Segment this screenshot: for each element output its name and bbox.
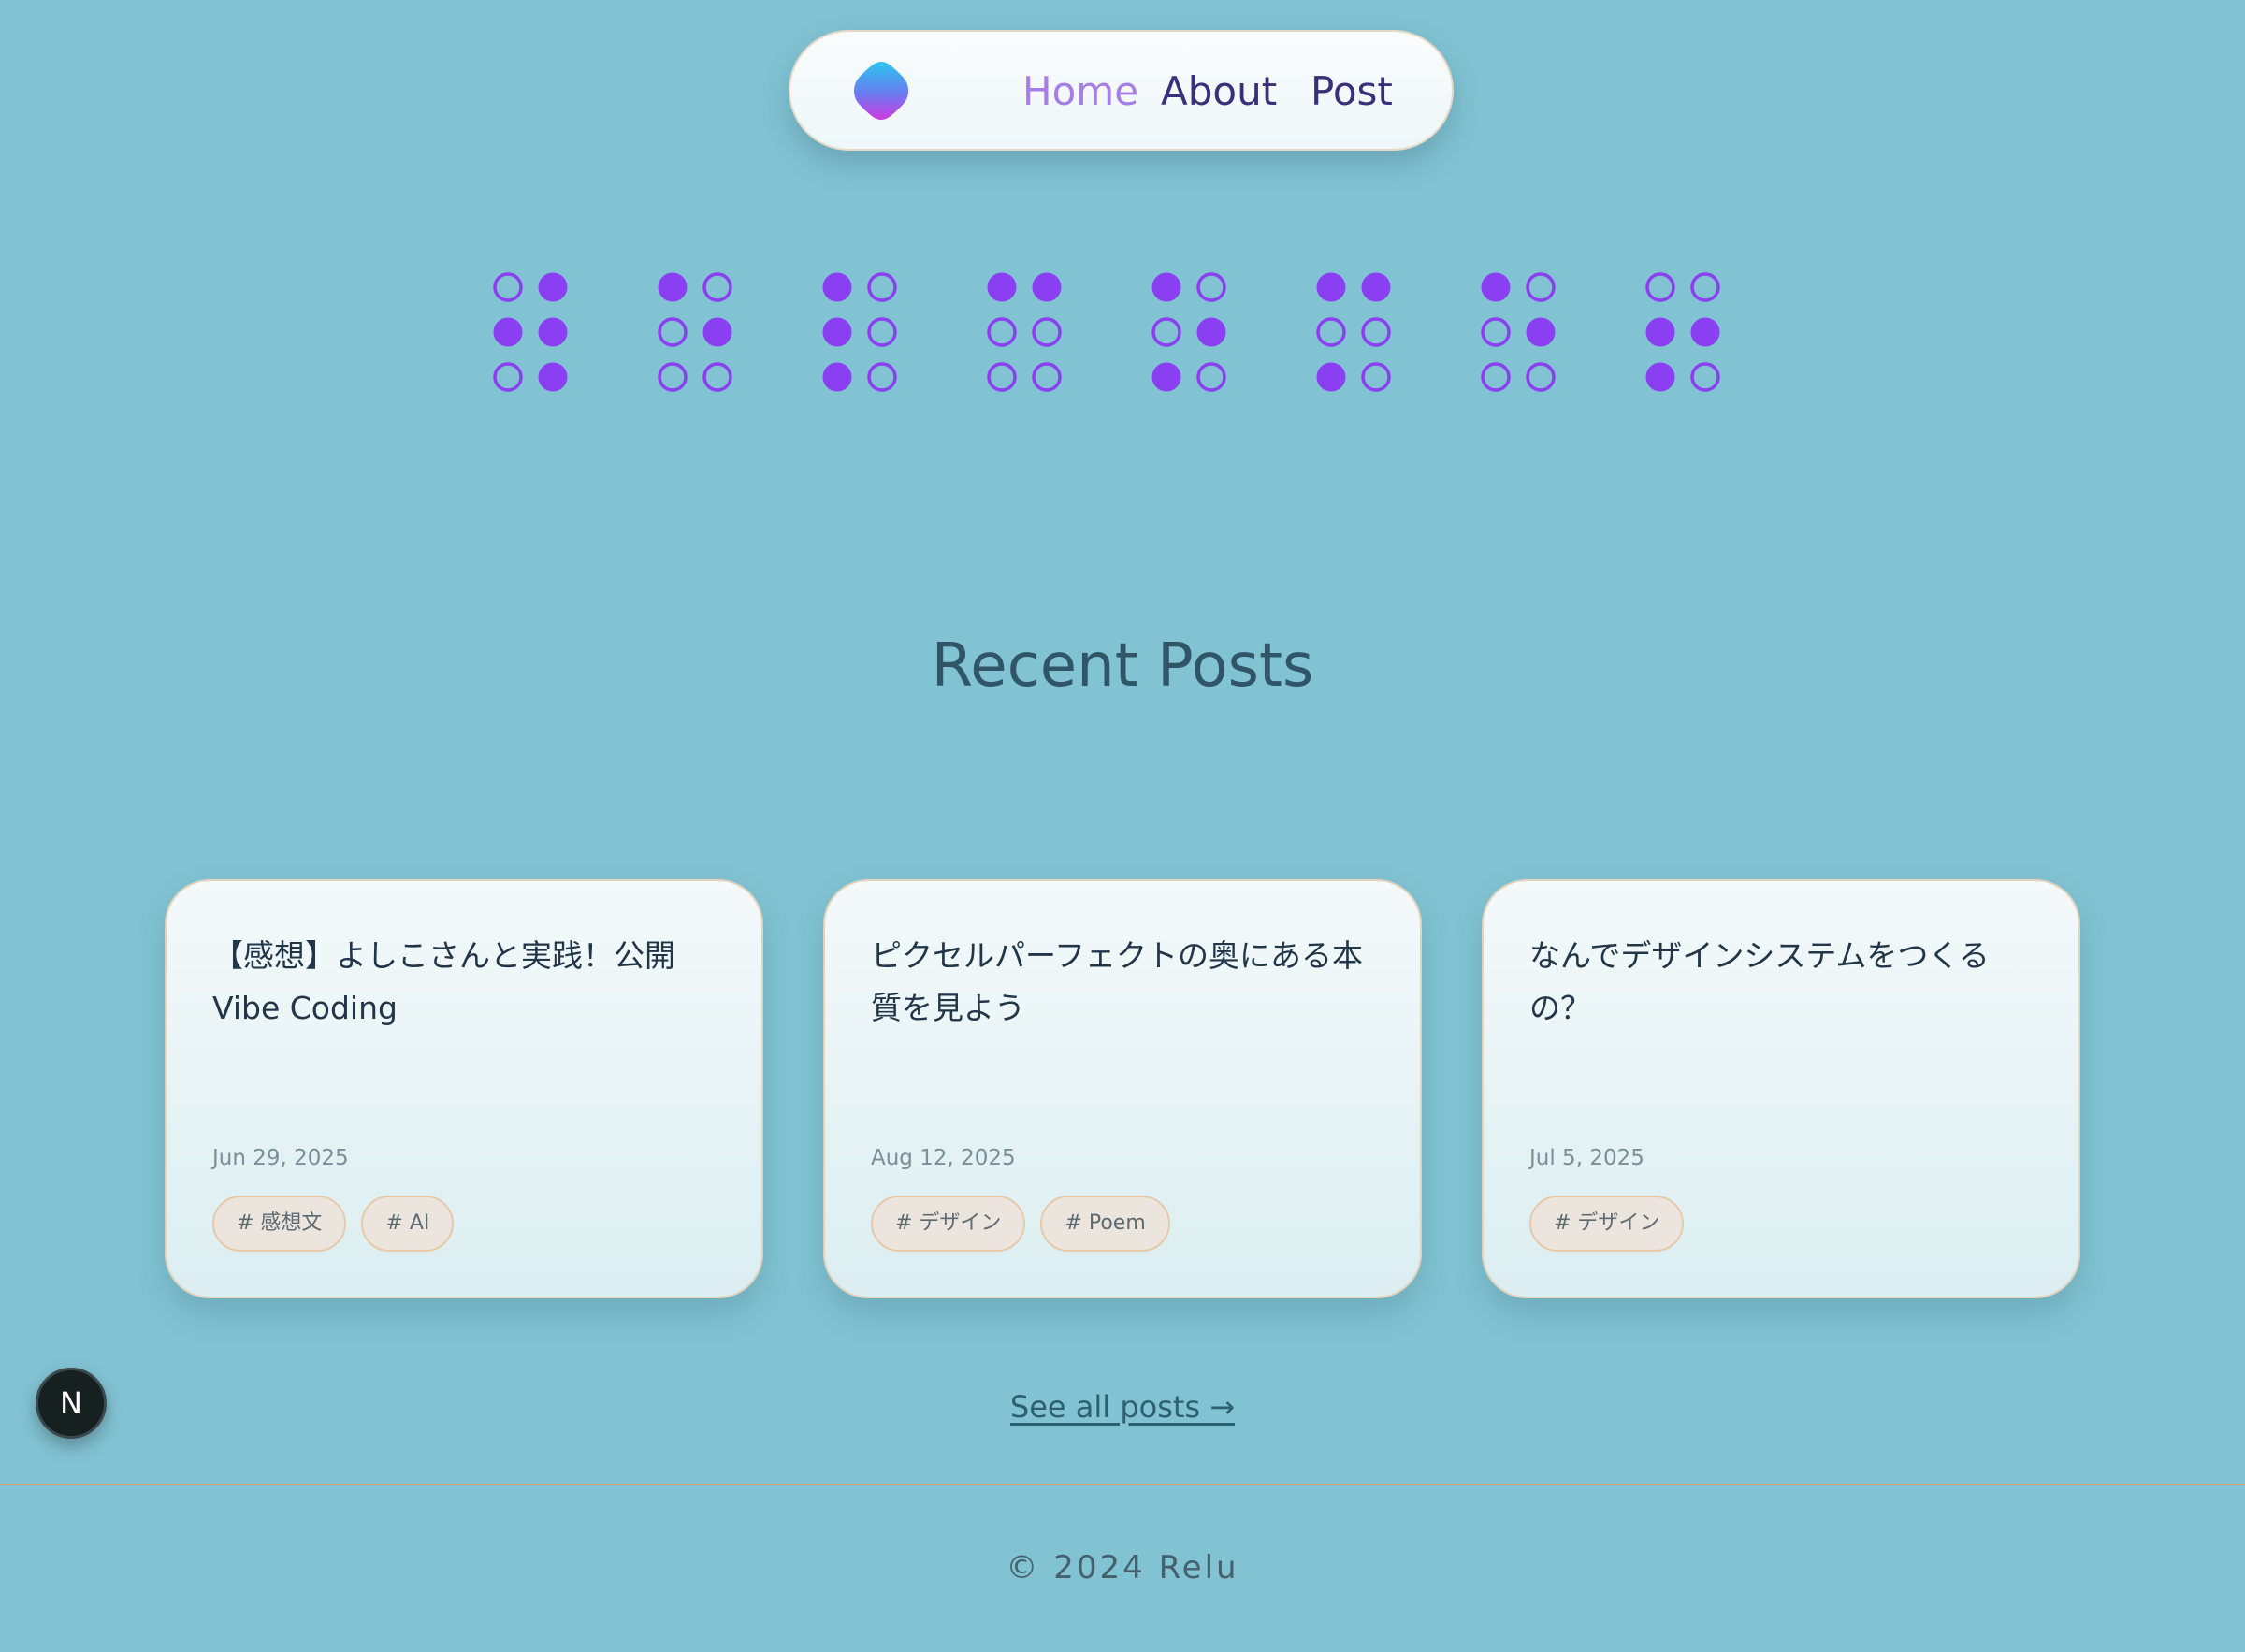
- braille-dot-filled: [1481, 272, 1511, 302]
- post-date: Jun 29, 2025: [212, 1146, 349, 1170]
- braille-dot-empty: [987, 362, 1017, 392]
- braille-dot-empty: [1361, 362, 1391, 392]
- braille-dot-filled: [822, 317, 852, 347]
- post-title[interactable]: なんでデザインシステムをつくるの？: [1529, 930, 2035, 1035]
- braille-cell: [493, 272, 568, 392]
- braille-dot-filled: [1690, 317, 1720, 347]
- post-date: Jul 5, 2025: [1529, 1146, 1644, 1170]
- braille-cell: [1645, 272, 1720, 392]
- tag-list: # デザイン # Poem: [871, 1196, 1170, 1252]
- post-title[interactable]: 【感想】よしこさんと実践！公開Vibe Coding: [212, 930, 717, 1035]
- braille-dot-empty: [493, 272, 523, 302]
- braille-dot-empty: [1032, 362, 1062, 392]
- see-all-posts-link[interactable]: See all posts →: [1010, 1389, 1235, 1425]
- see-all-wrapper: See all posts →: [0, 1384, 2245, 1429]
- braille-cell: [1481, 272, 1556, 392]
- braille-dot-filled: [1526, 317, 1556, 347]
- braille-cell: [658, 272, 732, 392]
- tag-list: # 感想文 # AI: [212, 1196, 455, 1252]
- tag-list: # デザイン: [1529, 1196, 1685, 1252]
- tag-chip[interactable]: # AI: [361, 1196, 455, 1252]
- braille-dot-empty: [1645, 272, 1675, 302]
- braille-dot-filled: [822, 362, 852, 392]
- braille-cell: [1316, 272, 1391, 392]
- braille-dot-filled: [987, 272, 1017, 302]
- braille-dot-filled: [538, 272, 568, 302]
- braille-dot-empty: [867, 317, 897, 347]
- braille-dot-filled: [1361, 272, 1391, 302]
- braille-dot-filled: [538, 317, 568, 347]
- braille-dot-empty: [1481, 362, 1511, 392]
- braille-dot-empty: [1316, 317, 1346, 347]
- braille-dot-empty: [1526, 272, 1556, 302]
- braille-dot-filled: [493, 317, 523, 347]
- n-badge-button[interactable]: N: [36, 1368, 107, 1439]
- braille-dot-filled: [1032, 272, 1062, 302]
- braille-dot-empty: [702, 272, 732, 302]
- braille-cell: [987, 272, 1062, 392]
- braille-dot-empty: [493, 362, 523, 392]
- post-date: Aug 12, 2025: [871, 1146, 1016, 1170]
- braille-dot-empty: [1361, 317, 1391, 347]
- braille-dot-empty: [1526, 362, 1556, 392]
- braille-dot-filled: [1196, 317, 1226, 347]
- braille-dot-filled: [1645, 317, 1675, 347]
- post-card[interactable]: ピクセルパーフェクトの奥にある本質を見よう Aug 12, 2025 # デザイ…: [823, 879, 1422, 1298]
- tag-chip[interactable]: # Poem: [1040, 1196, 1170, 1252]
- braille-cell: [1151, 272, 1226, 392]
- post-card[interactable]: なんでデザインシステムをつくるの？ Jul 5, 2025 # デザイン: [1482, 879, 2080, 1298]
- braille-dot-empty: [987, 317, 1017, 347]
- braille-dot-empty: [1151, 317, 1181, 347]
- post-card[interactable]: 【感想】よしこさんと実践！公開Vibe Coding Jun 29, 2025 …: [165, 879, 763, 1298]
- footer-copyright: © 2024 Relu: [1006, 1549, 1239, 1587]
- braille-dot-empty: [1481, 317, 1511, 347]
- braille-dot-filled: [658, 272, 688, 302]
- braille-dot-filled: [822, 272, 852, 302]
- braille-dot-empty: [867, 362, 897, 392]
- braille-dot-empty: [1196, 362, 1226, 392]
- braille-dot-filled: [538, 362, 568, 392]
- braille-dot-empty: [658, 362, 688, 392]
- braille-dot-filled: [1316, 272, 1346, 302]
- braille-dot-empty: [1690, 362, 1720, 392]
- braille-dot-empty: [702, 362, 732, 392]
- braille-dot-empty: [1690, 272, 1720, 302]
- post-title[interactable]: ピクセルパーフェクトの奥にある本質を見よう: [871, 930, 1376, 1035]
- braille-dot-empty: [658, 317, 688, 347]
- braille-dot-filled: [1151, 362, 1181, 392]
- braille-dot-empty: [867, 272, 897, 302]
- tag-chip[interactable]: # 感想文: [212, 1196, 347, 1252]
- braille-pattern: [493, 272, 1720, 392]
- braille-dot-filled: [1645, 362, 1675, 392]
- braille-cell: [822, 272, 897, 392]
- footer-divider: [0, 1484, 2245, 1485]
- section-title: Recent Posts: [931, 631, 1314, 701]
- tag-chip[interactable]: # デザイン: [1529, 1196, 1685, 1252]
- braille-dot-filled: [1316, 362, 1346, 392]
- tag-chip[interactable]: # デザイン: [871, 1196, 1026, 1252]
- braille-dot-empty: [1032, 317, 1062, 347]
- braille-dot-empty: [1196, 272, 1226, 302]
- braille-dot-filled: [702, 317, 732, 347]
- braille-dot-filled: [1151, 272, 1181, 302]
